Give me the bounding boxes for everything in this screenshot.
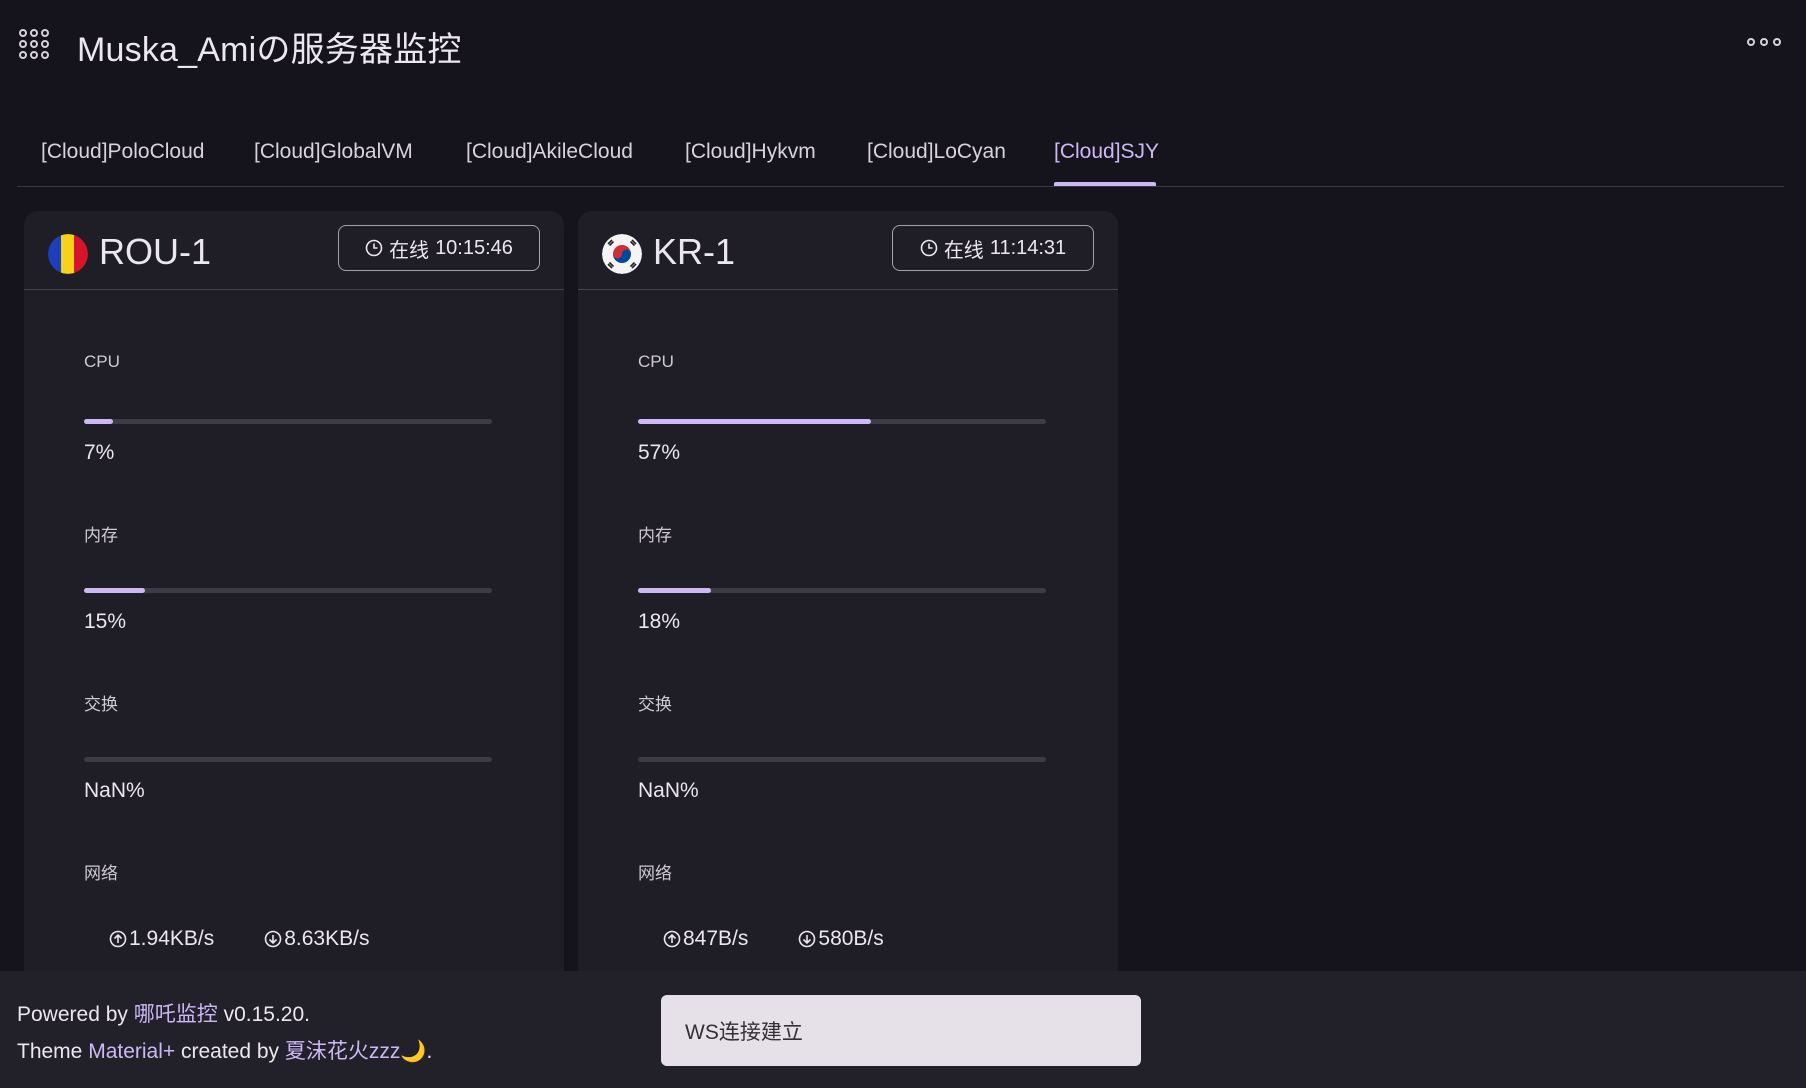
- apps-grid-icon[interactable]: [18, 28, 50, 60]
- download-speed: 8.63KB/s: [254, 919, 379, 959]
- created-by-text: created by: [175, 1040, 285, 1063]
- uptime-text: 10:15:46: [435, 236, 513, 259]
- more-options-icon[interactable]: [1746, 34, 1782, 50]
- cpu-value: 57%: [638, 441, 681, 464]
- cpu-progress-bar: [84, 419, 492, 424]
- memory-value: 15%: [84, 610, 127, 633]
- upload-speed-value: 847B/s: [683, 927, 749, 950]
- group-tabs: [Cloud]PoloCloud [Cloud]GlobalVM [Cloud]…: [17, 120, 1784, 187]
- download-speed: 580B/s: [788, 919, 893, 959]
- memory-label: 内存: [84, 526, 118, 545]
- page-title: Muska_Amiの服务器监控: [77, 31, 462, 69]
- download-arrow-icon: [264, 930, 282, 948]
- upload-arrow-icon: [109, 930, 127, 948]
- tab-locyan[interactable]: [Cloud]LoCyan: [867, 140, 1006, 164]
- swap-progress-bar: [638, 757, 1046, 762]
- theme-link[interactable]: Material+: [88, 1040, 175, 1063]
- memory-value: 18%: [638, 610, 681, 633]
- clock-icon: [920, 239, 938, 257]
- author-link[interactable]: 夏沫花火zzz: [285, 1040, 401, 1063]
- tab-polocloud[interactable]: [Cloud]PoloCloud: [41, 140, 204, 164]
- cpu-label: CPU: [638, 352, 674, 371]
- swap-progress-bar: [84, 757, 492, 762]
- server-card: ROU-1 在线 10:15:46 CPU 7% 内存 15% 交换 NaN% …: [24, 211, 564, 1011]
- memory-label: 内存: [638, 526, 672, 545]
- memory-progress-fill: [638, 588, 712, 593]
- network-label: 网络: [84, 864, 118, 883]
- footer-end-text: .: [426, 1040, 433, 1063]
- cpu-label: CPU: [84, 352, 120, 371]
- cpu-progress-fill: [638, 419, 871, 424]
- tab-hykvm[interactable]: [Cloud]Hykvm: [685, 140, 816, 164]
- theme-text: Theme: [17, 1040, 89, 1063]
- romania-flag-icon: [48, 234, 88, 274]
- download-arrow-icon: [799, 930, 816, 948]
- upload-speed-value: 1.94KB/s: [129, 927, 215, 950]
- server-card: KR-1 在线 11:14:31 CPU 57% 内存 18% 交换 NaN% …: [578, 211, 1118, 1011]
- cpu-progress-bar: [638, 419, 1046, 424]
- uptime-text: 11:14:31: [989, 236, 1067, 259]
- download-speed-value: 8.63KB/s: [284, 927, 370, 950]
- powered-by-text: Powered by: [17, 1003, 134, 1026]
- version-text: v0.15.20.: [217, 1003, 310, 1026]
- snackbar-message: WS连接建立: [685, 1020, 803, 1044]
- memory-progress-bar: [84, 588, 492, 593]
- tab-globalvm[interactable]: [Cloud]GlobalVM: [254, 140, 413, 164]
- server-card-header: KR-1 在线 11:14:31: [578, 211, 1118, 290]
- memory-progress-fill: [84, 588, 146, 593]
- memory-progress-bar: [638, 588, 1046, 593]
- server-name[interactable]: KR-1: [653, 231, 735, 273]
- cpu-value: 7%: [84, 441, 115, 464]
- status-text: 在线: [389, 239, 430, 262]
- network-row: 847B/s 580B/s: [653, 919, 894, 959]
- nezha-link[interactable]: 哪吒监控: [134, 1003, 218, 1026]
- connection-snackbar: WS连接建立: [661, 995, 1141, 1066]
- online-status-chip[interactable]: 在线 10:15:46: [338, 225, 540, 271]
- network-row: 1.94KB/s 8.63KB/s: [99, 919, 379, 959]
- tab-akilecloud[interactable]: [Cloud]AkileCloud: [466, 140, 633, 164]
- server-name[interactable]: ROU-1: [99, 231, 211, 273]
- top-app-bar: Muska_Amiの服务器监控: [0, 0, 1806, 90]
- swap-value: NaN%: [638, 779, 699, 802]
- upload-speed: 847B/s: [653, 919, 758, 959]
- moon-icon: 🌙: [400, 1040, 427, 1063]
- status-text: 在线: [943, 239, 984, 262]
- server-card-header: ROU-1 在线 10:15:46: [24, 211, 564, 290]
- active-tab-indicator: [1054, 182, 1156, 186]
- network-label: 网络: [638, 864, 672, 883]
- upload-arrow-icon: [663, 930, 681, 948]
- download-speed-value: 580B/s: [818, 927, 884, 950]
- swap-value: NaN%: [84, 779, 145, 802]
- cpu-progress-fill: [84, 419, 113, 424]
- swap-label: 交换: [84, 695, 118, 714]
- clock-icon: [365, 239, 383, 257]
- theme-credit-line: Theme Material+ created by 夏沫花火zzz🌙.: [17, 1035, 432, 1065]
- swap-label: 交换: [638, 695, 672, 714]
- south-korea-flag-icon: [602, 234, 642, 274]
- powered-by-line: Powered by 哪吒监控 v0.15.20.: [17, 998, 310, 1028]
- tab-sjy[interactable]: [Cloud]SJY: [1054, 140, 1159, 164]
- online-status-chip[interactable]: 在线 11:14:31: [892, 225, 1094, 271]
- upload-speed: 1.94KB/s: [99, 919, 224, 959]
